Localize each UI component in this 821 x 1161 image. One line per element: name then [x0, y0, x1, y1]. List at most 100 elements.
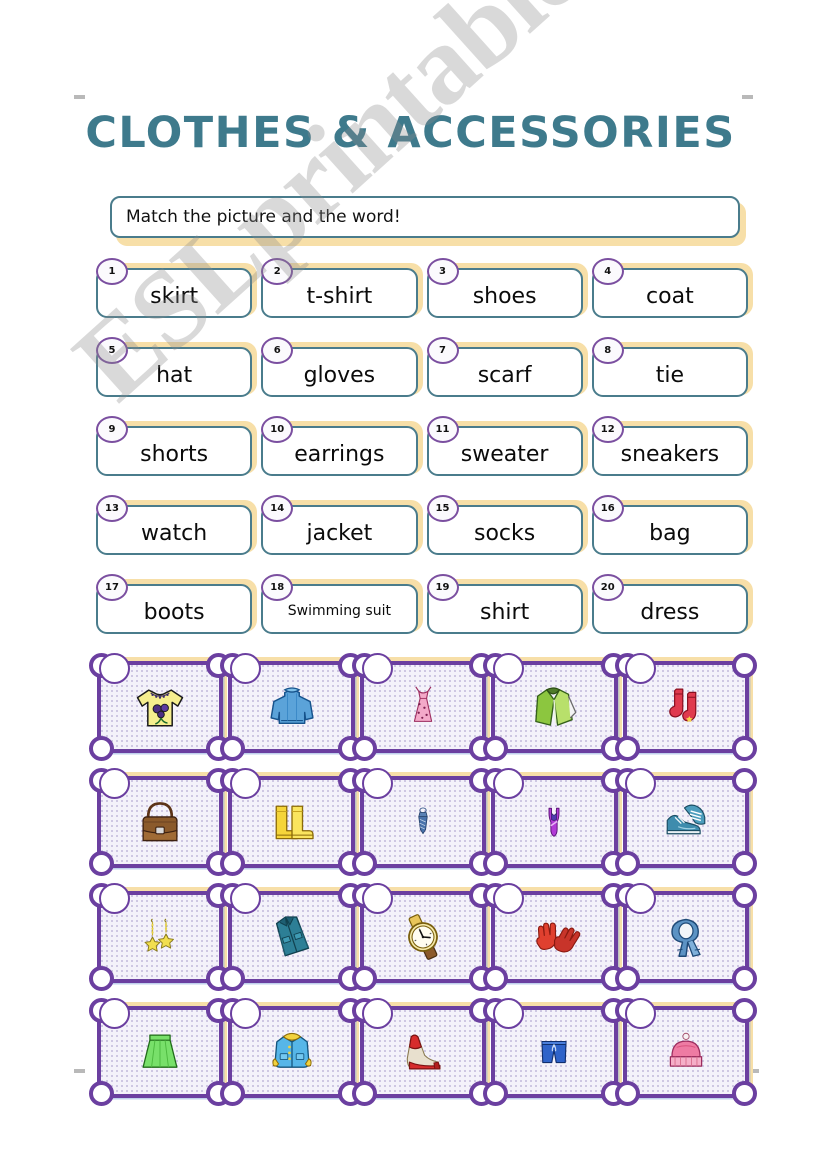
boots-icon — [257, 788, 327, 856]
word-number: 19 — [435, 582, 450, 593]
word-label: coat — [646, 283, 694, 309]
word-label: watch — [141, 520, 208, 546]
card-notch-bottom-right — [732, 736, 757, 761]
word-cell: dress 20 — [591, 574, 753, 642]
word-number: 5 — [108, 345, 116, 356]
answer-circle[interactable] — [624, 998, 656, 1029]
word-number-badge: 11 — [426, 416, 459, 443]
word-cell: shoes 3 — [426, 258, 588, 326]
answer-circle[interactable] — [361, 883, 393, 914]
earrings-icon — [125, 903, 195, 971]
answer-circle[interactable] — [99, 653, 130, 684]
coat-icon — [257, 1018, 327, 1086]
swimming-suit-icon — [519, 788, 589, 856]
picture-cell — [351, 883, 495, 991]
word-number: 10 — [270, 424, 285, 435]
word-cell: skirt 1 — [96, 258, 258, 326]
answer-circle[interactable] — [493, 883, 525, 914]
answer-circle[interactable] — [493, 768, 525, 799]
word-cell: earrings 10 — [261, 416, 423, 484]
crop-mark-bottom-left — [74, 1069, 85, 1073]
word-label: shoes — [472, 283, 537, 309]
word-number-badge: 4 — [591, 258, 624, 285]
card-notch-bottom-left — [483, 736, 509, 761]
word-number-badge: 19 — [426, 574, 459, 601]
word-label: shorts — [140, 441, 209, 467]
word-number: 2 — [273, 266, 281, 277]
picture-cell — [483, 768, 627, 876]
word-number: 20 — [600, 582, 615, 593]
word-number: 8 — [604, 345, 612, 356]
word-cell: gloves 6 — [261, 337, 423, 405]
picture-cell — [88, 768, 232, 876]
answer-circle[interactable] — [624, 653, 656, 684]
word-number: 14 — [270, 503, 285, 514]
bag-icon — [125, 788, 195, 856]
word-label: t-shirt — [306, 283, 373, 309]
card-notch-bottom-left — [483, 966, 509, 991]
word-cell: scarf 7 — [426, 337, 588, 405]
card-notch-bottom-left — [89, 851, 114, 876]
page-title: CLOTHES & ACCESSORIES — [85, 108, 736, 158]
word-number: 1 — [108, 266, 116, 277]
word-number-badge: 17 — [96, 574, 128, 601]
answer-circle[interactable] — [624, 768, 656, 799]
word-cell: hat 5 — [96, 337, 258, 405]
card-notch-bottom-left — [89, 1081, 114, 1106]
instruction-text: Match the picture and the word! — [126, 207, 401, 227]
shirt-icon — [519, 673, 589, 741]
answer-circle[interactable] — [493, 998, 525, 1029]
word-number-badge: 15 — [426, 495, 459, 522]
word-label: boots — [143, 599, 205, 625]
card-notch-bottom-left — [614, 966, 640, 991]
card-notch-bottom-left — [220, 1081, 246, 1106]
card-notch-bottom-left — [351, 736, 377, 761]
word-label: skirt — [150, 283, 199, 309]
card-notch-bottom-left — [351, 966, 377, 991]
word-label: shirt — [480, 599, 530, 625]
picture-cell — [614, 653, 758, 761]
scarf-icon — [651, 903, 721, 971]
picture-cell — [483, 998, 627, 1106]
word-cell: socks 15 — [426, 495, 588, 563]
word-number-badge: 10 — [261, 416, 294, 443]
word-number: 15 — [435, 503, 450, 514]
word-cell: bag 16 — [591, 495, 753, 563]
answer-circle[interactable] — [361, 998, 393, 1029]
answer-circle[interactable] — [99, 883, 130, 914]
word-label: sweater — [460, 441, 549, 467]
jacket-icon — [257, 903, 327, 971]
card-notch-bottom-left — [89, 966, 114, 991]
word-number-badge: 2 — [261, 258, 294, 285]
picture-cell — [220, 998, 364, 1106]
card-notch-bottom-left — [351, 851, 377, 876]
picture-cell — [351, 998, 495, 1106]
sneakers-icon — [651, 788, 721, 856]
answer-circle[interactable] — [361, 768, 393, 799]
answer-circle[interactable] — [624, 883, 656, 914]
answer-circle[interactable] — [493, 653, 525, 684]
instruction-bar: Match the picture and the word! — [110, 196, 746, 246]
tie-icon — [388, 788, 458, 856]
picture-cell — [220, 653, 364, 761]
instruction-box: Match the picture and the word! — [110, 196, 740, 238]
picture-cell — [351, 653, 495, 761]
word-cell: sneakers 12 — [591, 416, 753, 484]
socks-icon — [651, 673, 721, 741]
dress-icon — [388, 673, 458, 741]
answer-circle[interactable] — [99, 768, 130, 799]
card-notch-bottom-right — [732, 1081, 757, 1106]
card-notch-bottom-left — [614, 851, 640, 876]
card-notch-bottom-left — [89, 736, 114, 761]
picture-cell — [220, 883, 364, 991]
word-number: 3 — [439, 266, 446, 277]
word-cell: shirt 19 — [426, 574, 588, 642]
answer-circle[interactable] — [361, 653, 393, 684]
word-number-badge: 20 — [591, 574, 624, 601]
word-number: 11 — [435, 424, 450, 435]
word-label: jacket — [306, 520, 373, 546]
watch-icon — [388, 903, 458, 971]
word-label: socks — [474, 520, 536, 546]
word-cell: sweater 11 — [426, 416, 588, 484]
answer-circle[interactable] — [99, 998, 130, 1029]
